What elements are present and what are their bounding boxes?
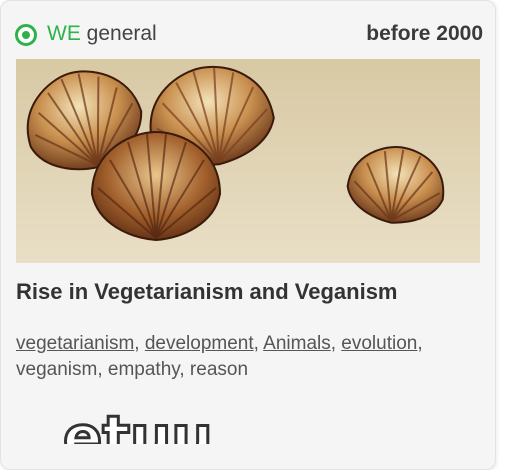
etuu-logo: etuu bbox=[63, 401, 243, 445]
radio-selected-icon[interactable] bbox=[15, 24, 37, 46]
category-prefix: WE bbox=[47, 22, 81, 45]
card-title[interactable]: Rise in Vegetarianism and Veganism bbox=[16, 279, 398, 305]
tag-link[interactable]: development bbox=[145, 333, 254, 354]
radio-dot bbox=[22, 31, 30, 39]
tag-link[interactable]: Animals bbox=[263, 333, 331, 354]
card-header: WE general before 2000 bbox=[13, 15, 483, 49]
logo-graphic: etuu bbox=[63, 402, 214, 445]
category-suffix: general bbox=[80, 22, 157, 45]
svg-text:etuu: etuu bbox=[63, 403, 213, 444]
tag-link[interactable]: vegetarianism bbox=[16, 333, 134, 354]
category-label: WE general bbox=[47, 22, 157, 46]
tag-text: empathy bbox=[107, 359, 180, 380]
shells-illustration bbox=[16, 59, 480, 263]
tag-text: veganism bbox=[16, 359, 98, 380]
tag-text: reason bbox=[189, 359, 249, 380]
card-image[interactable] bbox=[16, 59, 480, 263]
trend-card[interactable]: WE general before 2000 Rise in Vegetaria… bbox=[0, 0, 496, 470]
date-label: before 2000 bbox=[366, 22, 483, 45]
tag-link[interactable]: evolution bbox=[341, 333, 417, 354]
tag-list: vegetarianism, development, Animals, evo… bbox=[16, 333, 423, 380]
